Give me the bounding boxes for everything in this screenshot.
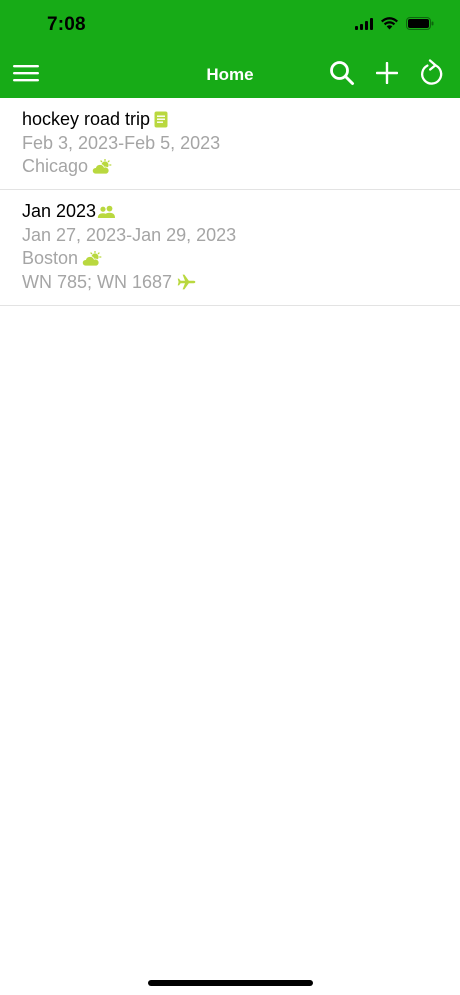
refresh-button[interactable] <box>416 58 448 92</box>
status-icons <box>355 17 434 35</box>
trip-title: hockey road trip <box>22 109 151 129</box>
app-header: 7:08 Home <box>0 0 460 98</box>
partly-cloudy-icon <box>82 250 102 267</box>
trip-list-item[interactable]: Jan 2023 Jan 27, 2023-Jan 29, 2023 Bosto… <box>0 190 460 306</box>
trip-list-item[interactable]: hockey road trip Feb 3, 2023-Feb 5, 2023… <box>0 98 460 190</box>
trip-list: hockey road trip Feb 3, 2023-Feb 5, 2023… <box>0 98 460 306</box>
status-time: 7:08 <box>47 14 86 35</box>
trip-dates: Feb 3, 2023-Feb 5, 2023 <box>22 132 221 153</box>
trip-location: Chicago <box>22 156 89 176</box>
plus-icon <box>375 61 399 89</box>
trip-dates-row: Jan 27, 2023-Jan 29, 2023 <box>22 224 460 248</box>
trip-title: Jan 2023 <box>22 201 97 221</box>
trip-location-row: Boston <box>22 247 460 271</box>
status-bar: 7:08 <box>0 0 460 50</box>
trip-flights-row: WN 785; WN 1687 <box>22 271 460 295</box>
search-button[interactable] <box>326 59 358 91</box>
partly-cloudy-icon <box>92 158 112 175</box>
trip-dates: Jan 27, 2023-Jan 29, 2023 <box>22 224 237 245</box>
trip-flights: WN 785; WN 1687 <box>22 271 173 292</box>
trip-title-row: hockey road trip <box>22 108 460 132</box>
trip-location-row: Chicago <box>22 155 460 179</box>
navigation-bar: Home <box>0 50 460 98</box>
refresh-icon <box>419 58 445 92</box>
wifi-icon <box>381 17 398 35</box>
battery-icon <box>406 17 434 35</box>
trip-location: Boston <box>22 248 79 268</box>
trip-title-row: Jan 2023 <box>22 200 460 224</box>
airplane-icon <box>177 274 196 290</box>
signal-icon <box>355 17 373 35</box>
search-icon <box>329 60 355 91</box>
add-trip-button[interactable] <box>371 59 403 91</box>
people-icon <box>97 205 116 219</box>
document-icon <box>154 111 168 128</box>
trip-dates-row: Feb 3, 2023-Feb 5, 2023 <box>22 132 460 156</box>
home-indicator[interactable] <box>148 980 313 986</box>
